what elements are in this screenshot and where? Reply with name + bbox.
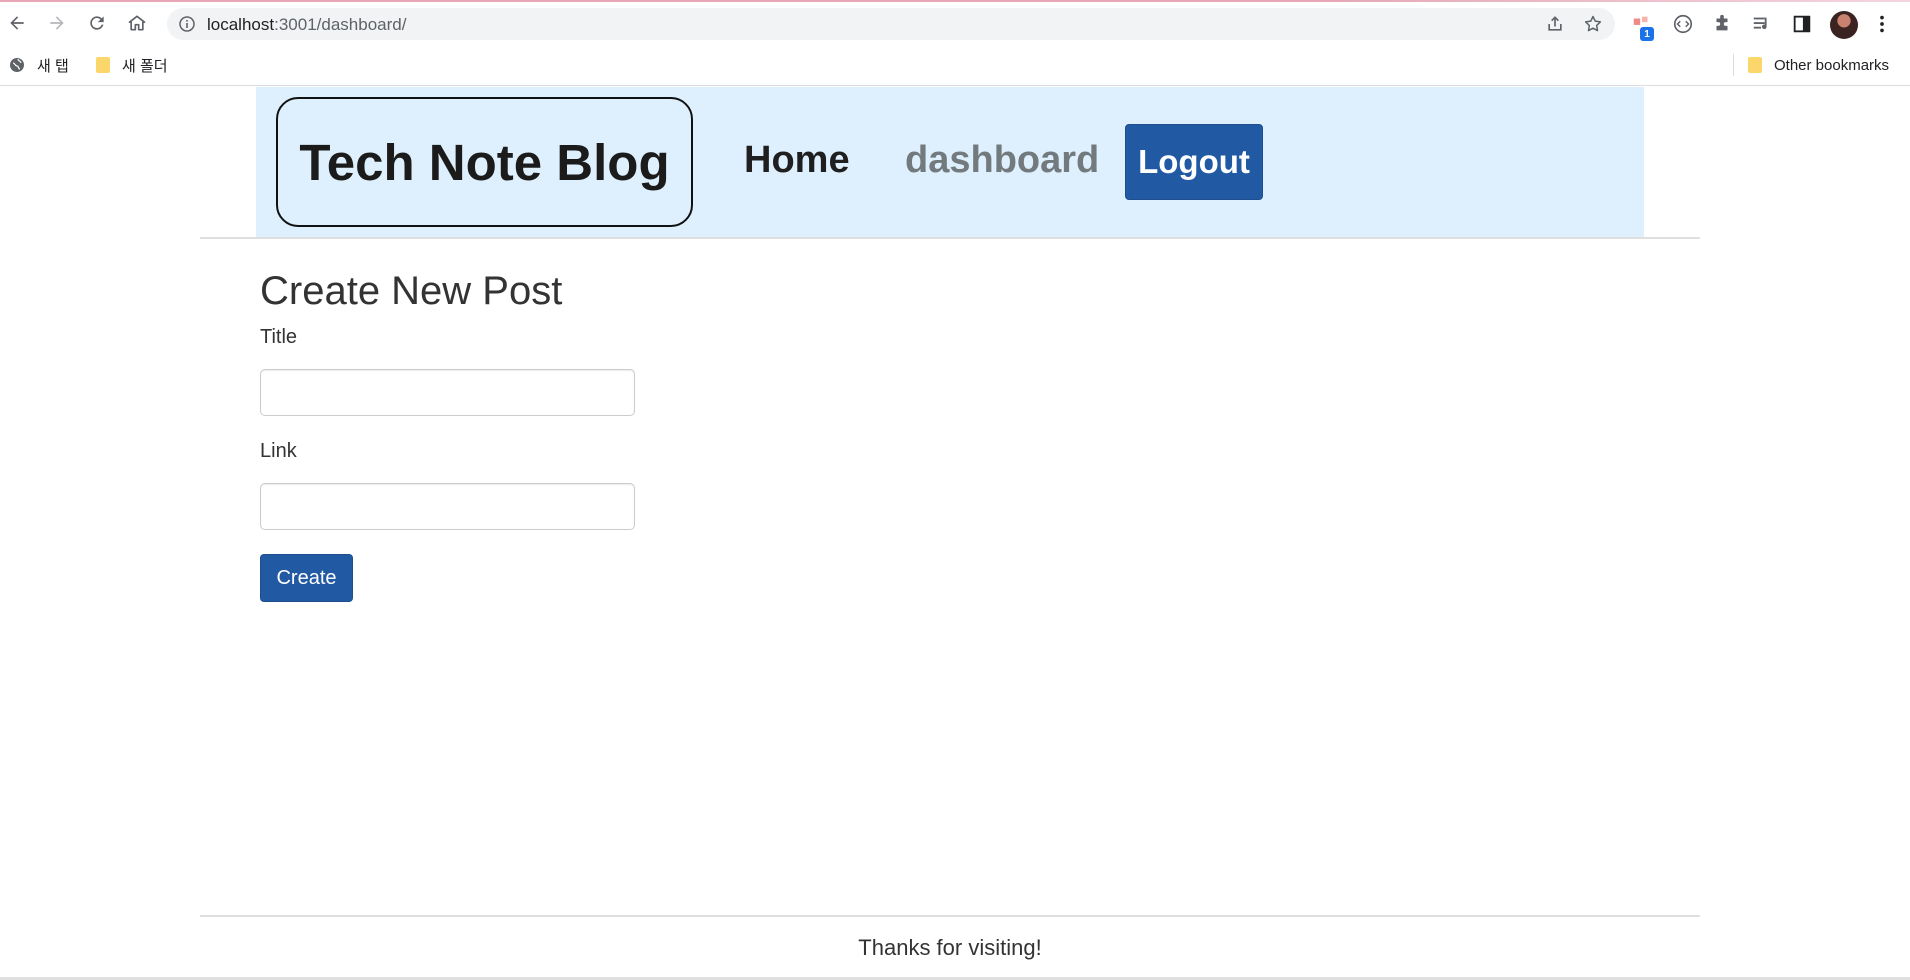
bookmark-new-folder[interactable]: 새 폴더: [96, 54, 168, 76]
side-panel-icon: [1793, 15, 1811, 33]
folder-icon: [96, 57, 110, 73]
other-bookmarks[interactable]: Other bookmarks: [1748, 54, 1889, 76]
bookmark-separator: [1733, 54, 1734, 76]
more-vertical-icon: [1880, 15, 1884, 33]
url-path: :3001/dashboard/: [274, 15, 407, 34]
reload-icon: [90, 16, 104, 30]
folder-icon: [1748, 57, 1762, 73]
nav-home-link[interactable]: Home: [744, 139, 850, 182]
create-button[interactable]: Create: [260, 554, 353, 602]
new-post-form: Create New Post Title Link Create: [260, 269, 860, 602]
puzzle-icon: [1716, 14, 1728, 31]
forward-button[interactable]: [44, 10, 70, 36]
bookmark-label: 새 탭: [37, 57, 69, 75]
arrow-left-icon: [10, 16, 24, 30]
bookmark-label: 새 폴더: [122, 57, 168, 75]
title-input[interactable]: [260, 369, 635, 416]
extension-button-2[interactable]: [1671, 12, 1695, 36]
header-divider: [200, 237, 1700, 239]
bookmarks-bar: 새 탭 새 폴더 Other bookmarks: [0, 44, 1910, 86]
other-bookmarks-label: Other bookmarks: [1774, 56, 1890, 74]
info-icon[interactable]: [179, 16, 195, 32]
web-page: Tech Note Blog Home dashboard Logout Cre…: [0, 87, 1910, 980]
address-bar[interactable]: localhost:3001/dashboard/: [167, 8, 1615, 40]
globe-icon: [10, 58, 24, 72]
link-input[interactable]: [260, 483, 635, 530]
extensions-button[interactable]: [1710, 12, 1734, 36]
code-circle-icon: [1673, 14, 1693, 34]
side-panel-button[interactable]: [1790, 12, 1814, 36]
extension-badge: 1: [1640, 27, 1654, 41]
bookmark-new-tab[interactable]: 새 탭: [9, 54, 69, 76]
reload-button[interactable]: [84, 10, 110, 36]
star-icon[interactable]: [1583, 14, 1603, 34]
url-host: localhost: [207, 15, 275, 34]
site-header: Tech Note Blog Home dashboard Logout: [256, 87, 1644, 237]
home-icon: [128, 15, 146, 31]
media-button[interactable]: [1750, 12, 1774, 36]
share-icon[interactable]: [1545, 14, 1565, 34]
footer-text: Thanks for visiting!: [858, 935, 1042, 960]
url-text[interactable]: localhost:3001/dashboard/: [207, 15, 406, 35]
form-heading: Create New Post: [260, 269, 563, 313]
title-label: Title: [260, 326, 298, 348]
arrow-right-icon: [50, 16, 64, 30]
home-button[interactable]: [124, 10, 150, 36]
browser-menu-button[interactable]: [1870, 12, 1894, 36]
back-button[interactable]: [4, 10, 30, 36]
browser-toolbar: localhost:3001/dashboard/ 1: [0, 2, 1910, 44]
profile-avatar[interactable]: [1830, 11, 1858, 39]
logout-button[interactable]: Logout: [1125, 124, 1263, 200]
site-brand[interactable]: Tech Note Blog: [276, 97, 693, 227]
nav-dashboard-link[interactable]: dashboard: [905, 139, 1099, 182]
footer-divider: [200, 915, 1700, 917]
playlist-icon: [1753, 17, 1767, 30]
link-label: Link: [260, 440, 297, 462]
